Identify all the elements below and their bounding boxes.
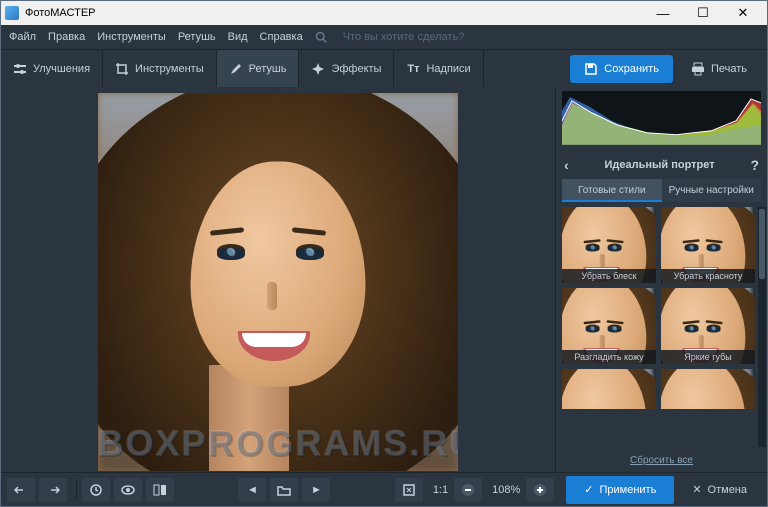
menu-file[interactable]: Файл bbox=[9, 31, 36, 43]
right-panel: ‹ Идеальный портрет ? Готовые стили Ручн… bbox=[555, 87, 767, 472]
tab-text[interactable]: Tᴛ Надписи bbox=[394, 50, 483, 87]
print-label: Печать bbox=[711, 63, 747, 75]
tab-instruments[interactable]: Инструменты bbox=[103, 50, 217, 87]
preset-smooth-skin[interactable]: Разгладить кожу bbox=[562, 288, 656, 364]
presets-area: Убрать блеск Убрать красноту Разгладить … bbox=[556, 202, 767, 449]
photo: BOXPROGRAMS.RU bbox=[98, 93, 458, 471]
histogram[interactable] bbox=[562, 91, 761, 145]
maximize-button[interactable]: ☐ bbox=[683, 2, 723, 24]
sparkle-icon bbox=[311, 62, 325, 76]
subtab-manual[interactable]: Ручные настройки bbox=[662, 179, 762, 202]
minimize-button[interactable]: — bbox=[643, 2, 683, 24]
preset-bright-lips[interactable]: Яркие губы bbox=[661, 288, 755, 364]
preset-label: Убрать блеск bbox=[562, 269, 656, 283]
scrollbar-thumb[interactable] bbox=[759, 209, 765, 279]
zoom-out-button[interactable] bbox=[454, 478, 482, 502]
brush-icon bbox=[229, 62, 243, 76]
menu-view[interactable]: Вид bbox=[228, 31, 248, 43]
tab-instruments-label: Инструменты bbox=[135, 63, 204, 75]
app-title: ФотоМАСТЕР bbox=[25, 7, 96, 19]
cancel-button[interactable]: ✕ Отмена bbox=[678, 476, 761, 504]
nav-prev-button[interactable]: ◄ bbox=[238, 478, 266, 502]
preset-label: Яркие губы bbox=[661, 350, 755, 364]
text-icon: Tᴛ bbox=[406, 62, 420, 76]
preset-label: Разгладить кожу bbox=[562, 350, 656, 364]
search-icon bbox=[315, 31, 327, 43]
save-label: Сохранить bbox=[604, 63, 659, 75]
close-button[interactable]: ✕ bbox=[723, 2, 763, 24]
preset-label: Убрать красноту bbox=[661, 269, 755, 283]
zoom-in-button[interactable] bbox=[526, 478, 554, 502]
panel-title: Идеальный портрет bbox=[604, 159, 714, 171]
tab-effects[interactable]: Эффекты bbox=[299, 50, 394, 87]
menu-instruments[interactable]: Инструменты bbox=[97, 31, 166, 43]
zoom-ratio-label[interactable]: 1:1 bbox=[433, 484, 448, 496]
menu-retouch[interactable]: Ретушь bbox=[178, 31, 216, 43]
tab-enhance[interactable]: Улучшения bbox=[1, 50, 103, 87]
subtab-ready-styles[interactable]: Готовые стили bbox=[562, 179, 662, 202]
save-button[interactable]: Сохранить bbox=[570, 55, 673, 83]
titlebar: ФотоМАСТЕР — ☐ ✕ bbox=[1, 1, 767, 25]
check-icon: ✓ bbox=[584, 483, 593, 496]
preset-scrollbar[interactable] bbox=[758, 207, 766, 447]
tab-text-label: Надписи bbox=[426, 63, 470, 75]
undo-button[interactable] bbox=[7, 478, 35, 502]
tab-enhance-label: Улучшения bbox=[33, 63, 90, 75]
preview-button[interactable] bbox=[114, 478, 142, 502]
zoom-percent-label: 108% bbox=[492, 484, 520, 496]
search-placeholder[interactable]: Что вы хотите сделать? bbox=[343, 31, 465, 43]
canvas-area[interactable]: BOXPROGRAMS.RU bbox=[1, 87, 555, 472]
panel-help-button[interactable]: ? bbox=[750, 157, 759, 173]
cancel-label: Отмена bbox=[708, 484, 747, 496]
reset-all-link[interactable]: Сбросить все bbox=[556, 449, 767, 472]
menu-edit[interactable]: Правка bbox=[48, 31, 85, 43]
history-button[interactable] bbox=[82, 478, 110, 502]
open-folder-button[interactable] bbox=[270, 478, 298, 502]
menubar: Файл Правка Инструменты Ретушь Вид Справ… bbox=[1, 25, 767, 49]
close-icon: ✕ bbox=[692, 483, 701, 496]
app-icon bbox=[5, 6, 19, 20]
compare-button[interactable] bbox=[146, 478, 174, 502]
crop-icon bbox=[115, 62, 129, 76]
footer: ◄ ► 1:1 108% ✓ Применить ✕ Отмена bbox=[1, 472, 767, 506]
nav-next-button[interactable]: ► bbox=[302, 478, 330, 502]
panel-back-button[interactable]: ‹ bbox=[564, 157, 569, 173]
preset-remove-shine[interactable]: Убрать блеск bbox=[562, 207, 656, 283]
apply-label: Применить bbox=[599, 484, 656, 496]
menu-help[interactable]: Справка bbox=[260, 31, 303, 43]
tab-retouch-label: Ретушь bbox=[249, 63, 287, 75]
redo-button[interactable] bbox=[39, 478, 67, 502]
fit-screen-button[interactable] bbox=[395, 478, 423, 502]
print-button[interactable]: Печать bbox=[681, 55, 757, 83]
preset-row-partial-2[interactable] bbox=[661, 369, 755, 409]
sliders-icon bbox=[13, 62, 27, 76]
tab-retouch[interactable]: Ретушь bbox=[217, 50, 300, 87]
toolbar: Улучшения Инструменты Ретушь Эффекты Tᴛ … bbox=[1, 49, 767, 87]
preset-row-partial-1[interactable] bbox=[562, 369, 656, 409]
preset-remove-redness[interactable]: Убрать красноту bbox=[661, 207, 755, 283]
save-icon bbox=[584, 62, 598, 76]
tab-effects-label: Эффекты bbox=[331, 63, 381, 75]
apply-button[interactable]: ✓ Применить bbox=[566, 476, 674, 504]
print-icon bbox=[691, 62, 705, 76]
